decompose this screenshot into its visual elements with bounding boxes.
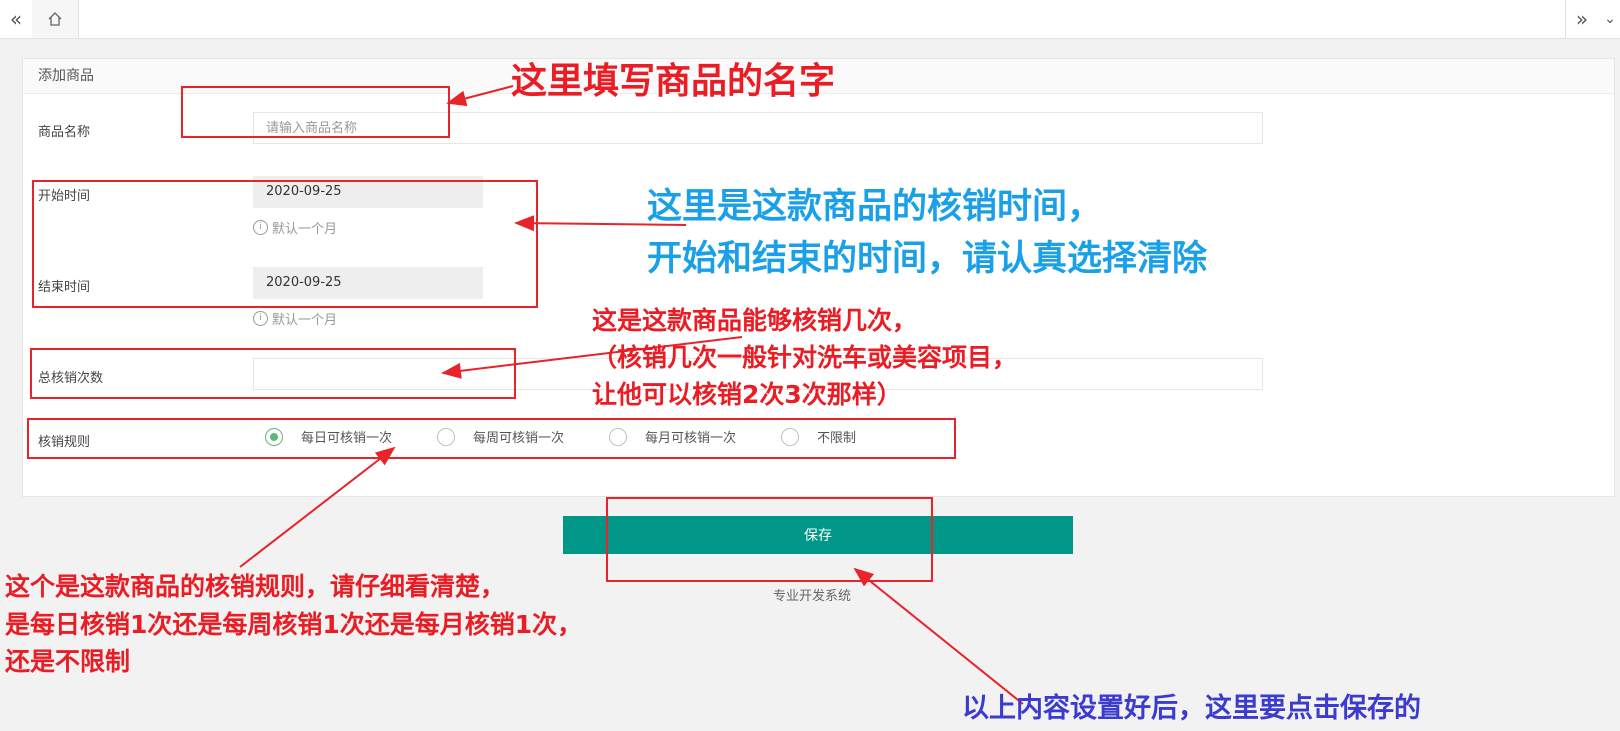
annotation-name: 这里填写商品的名字 — [511, 61, 836, 102]
annotation-time-line1: 这里是这款商品的核销时间， — [647, 187, 1103, 227]
annotation-rule-line3: 还是不限制 — [5, 647, 131, 676]
arrow-rule — [239, 446, 396, 568]
annotation-count-line2: （核销几次一般针对洗车或美容项目， — [592, 343, 1018, 372]
annotation-save: 以上内容设置好后，这里要点击保存的 — [962, 693, 1421, 724]
annotation-rule-line2: 是每日核销1次还是每周核销1次还是每月核销1次， — [5, 610, 583, 639]
annotation-count-line3: 让他可以核销2次3次那样） — [592, 380, 902, 409]
annotation-rule-line1: 这个是这款商品的核销规则，请仔细看清楚， — [5, 572, 506, 601]
annotation-time-line2: 开始和结束的时间，请认真选择清除 — [647, 239, 1208, 279]
arrow-name — [446, 85, 514, 107]
annotation-count-line1: 这是这款商品能够核销几次， — [592, 306, 918, 335]
arrow-save — [853, 567, 1024, 705]
